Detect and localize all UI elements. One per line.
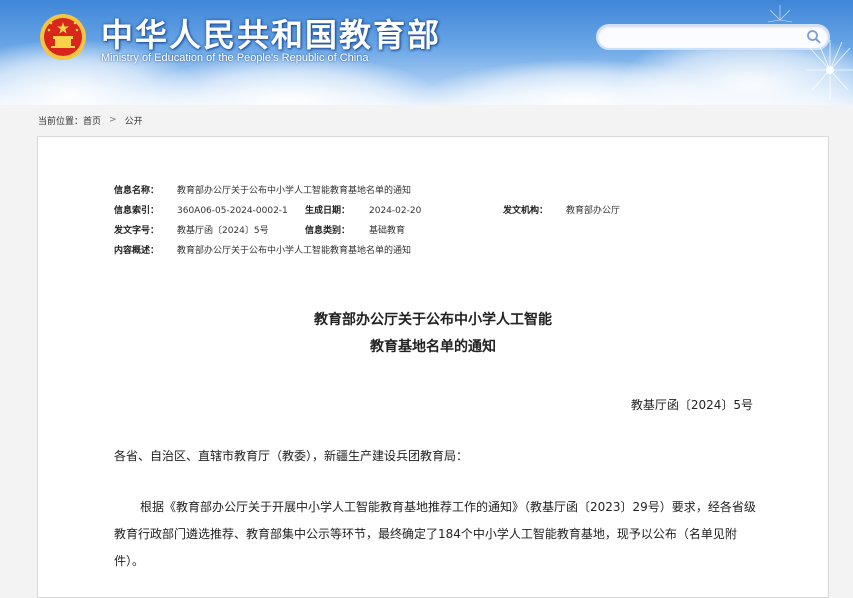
breadcrumb-home-link[interactable]: 首页 bbox=[83, 114, 101, 127]
meta-label: 信息索引： bbox=[114, 206, 160, 216]
meta-value: 2024-02-20 bbox=[369, 206, 422, 216]
document-number: 教基厅函〔2024〕5号 bbox=[630, 398, 753, 412]
meta-value: 360A06-05-2024-0002-1 bbox=[177, 206, 288, 216]
article-title: 教育部办公厅关于公布中小学人工智能 教育基地名单的通知 bbox=[38, 307, 828, 361]
meta-label: 生成日期： bbox=[305, 206, 351, 216]
breadcrumb-separator: > bbox=[109, 115, 117, 125]
site-subtitle: Ministry of Education of the People's Re… bbox=[101, 52, 369, 64]
dandelion-decoration bbox=[767, 5, 853, 100]
meta-label: 发文机构： bbox=[503, 206, 549, 216]
breadcrumb-prefix: 当前位置： bbox=[38, 116, 84, 127]
breadcrumb: 当前位置： 首页 > 公开 bbox=[38, 113, 143, 127]
breadcrumb-public-link[interactable]: 公开 bbox=[125, 114, 143, 127]
meta-value: 教育部办公厅关于公布中小学人工智能教育基地名单的通知 bbox=[177, 246, 412, 256]
meta-value: 教育部办公厅 bbox=[566, 206, 621, 216]
article-panel: 信息名称： 教育部办公厅关于公布中小学人工智能教育基地名单的通知 信息索引： 3… bbox=[37, 136, 829, 598]
article-title-line: 教育基地名单的通知 bbox=[370, 339, 496, 355]
meta-label: 信息名称： bbox=[114, 186, 160, 196]
body-paragraph: 根据《教育部办公厅关于开展中小学人工智能教育基地推荐工作的通知》（教基厅函〔20… bbox=[114, 500, 756, 568]
meta-value: 教育部办公厅关于公布中小学人工智能教育基地名单的通知 bbox=[177, 186, 412, 196]
salutation-paragraph: 各省、自治区、直辖市教育厅（教委），新疆生产建设兵团教育局： bbox=[114, 449, 469, 463]
article-title-line: 教育部办公厅关于公布中小学人工智能 bbox=[314, 312, 552, 328]
meta-label: 发文字号： bbox=[114, 226, 160, 236]
meta-label: 信息类别： bbox=[305, 226, 351, 236]
meta-value: 基础教育 bbox=[369, 226, 406, 236]
national-emblem-icon[interactable] bbox=[38, 12, 88, 64]
site-title[interactable]: 中华人民共和国教育部 bbox=[101, 10, 441, 56]
header-banner: 中华人民共和国教育部 Ministry of Education of the … bbox=[0, 0, 853, 105]
meta-label: 内容概述： bbox=[114, 246, 160, 256]
meta-value: 教基厅函〔2024〕5号 bbox=[177, 226, 269, 236]
